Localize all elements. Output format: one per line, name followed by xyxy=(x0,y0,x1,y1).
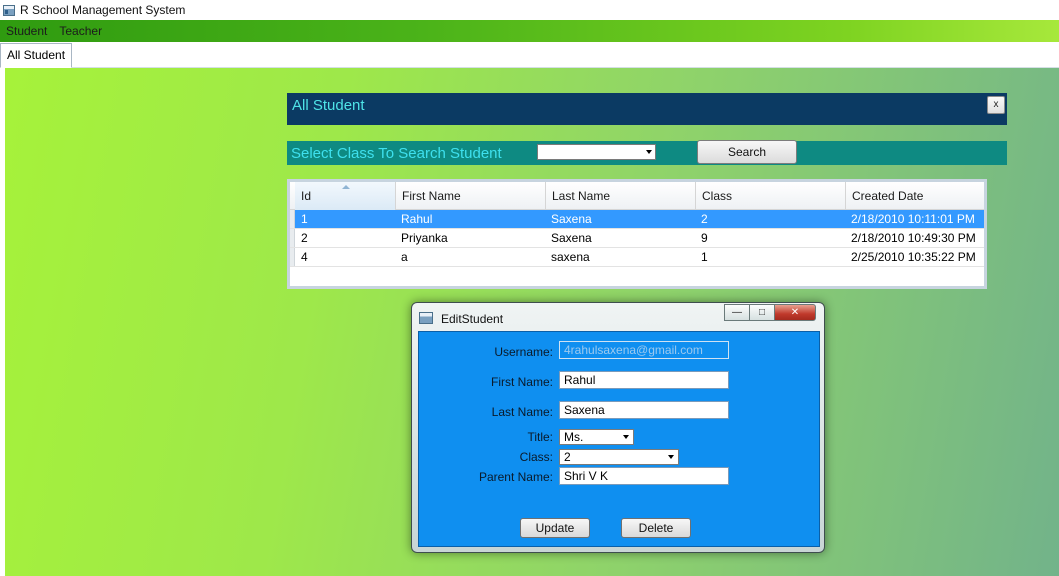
cell-first-name: Priyanka xyxy=(401,231,448,245)
title-label: Title: xyxy=(527,430,553,444)
window-controls: — □ ✕ xyxy=(724,304,816,321)
update-button[interactable]: Update xyxy=(520,518,590,538)
panel-title: All Student xyxy=(292,97,365,114)
close-icon[interactable]: ✕ xyxy=(774,304,816,321)
first-name-field[interactable]: Rahul xyxy=(559,371,729,389)
chevron-down-icon xyxy=(646,150,652,154)
cell-class: 1 xyxy=(701,250,708,264)
username-label: Username: xyxy=(494,345,553,359)
cell-created-date: 2/18/2010 10:11:01 PM xyxy=(851,212,975,226)
edit-student-dialog: EditStudent — □ ✕ Username: 4rahulsaxena… xyxy=(411,302,825,553)
menubar: Student Teacher xyxy=(0,20,1059,42)
cell-class: 9 xyxy=(701,231,708,245)
cell-created-date: 2/18/2010 10:49:30 PM xyxy=(851,231,976,245)
grid-header: Id First Name Last Name Class Created Da… xyxy=(290,182,984,210)
minimize-icon[interactable]: — xyxy=(724,304,750,321)
parent-name-label: Parent Name: xyxy=(478,470,553,484)
dialog-title: EditStudent xyxy=(441,312,504,326)
cell-id: 1 xyxy=(301,212,308,226)
search-button[interactable]: Search xyxy=(697,140,797,164)
table-row[interactable]: 2 Priyanka Saxena 9 2/18/2010 10:49:30 P… xyxy=(290,229,984,248)
cell-class: 2 xyxy=(701,212,708,226)
cell-id: 4 xyxy=(301,250,308,264)
sort-ascending-icon xyxy=(342,185,350,189)
cell-last-name: Saxena xyxy=(551,212,592,226)
class-filter-select[interactable] xyxy=(537,144,656,160)
cell-created-date: 2/25/2010 10:35:22 PM xyxy=(851,250,976,264)
title-select[interactable]: Ms. xyxy=(559,429,634,445)
parent-name-field[interactable]: Shri V K xyxy=(559,467,729,485)
cell-first-name: Rahul xyxy=(401,212,433,226)
dialog-window-icon xyxy=(419,312,433,324)
student-grid: Id First Name Last Name Class Created Da… xyxy=(287,179,987,289)
table-row[interactable]: 4 a saxena 1 2/25/2010 10:35:22 PM xyxy=(290,248,984,267)
menu-item-student[interactable]: Student xyxy=(0,20,53,42)
dialog-body: Username: 4rahulsaxena@gmail.com First N… xyxy=(418,331,820,547)
tab-strip: All Student xyxy=(0,42,1059,68)
maximize-icon[interactable]: □ xyxy=(749,304,775,321)
last-name-label: Last Name: xyxy=(491,405,553,419)
chevron-down-icon xyxy=(668,455,674,459)
column-header-label: Id xyxy=(301,189,312,203)
class-label: Class: xyxy=(519,450,553,464)
menu-item-teacher[interactable]: Teacher xyxy=(53,20,108,42)
column-header-id[interactable]: Id xyxy=(295,182,395,210)
column-header-created-date[interactable]: Created Date xyxy=(845,182,984,210)
app-titlebar: R School Management System xyxy=(0,0,1059,20)
tab-all-student[interactable]: All Student xyxy=(0,43,73,68)
username-field: 4rahulsaxena@gmail.com xyxy=(559,341,729,359)
cell-last-name: saxena xyxy=(551,250,590,264)
class-select[interactable]: 2 xyxy=(559,449,679,465)
search-bar: Select Class To Search Student Search xyxy=(287,140,1007,165)
column-header-last-name[interactable]: Last Name xyxy=(545,182,695,210)
column-header-first-name[interactable]: First Name xyxy=(395,182,545,210)
panel-header: All Student x xyxy=(287,93,1007,125)
cell-last-name: Saxena xyxy=(551,231,592,245)
cell-first-name: a xyxy=(401,250,408,264)
table-row[interactable]: 1 Rahul Saxena 2 2/18/2010 10:11:01 PM xyxy=(290,210,984,229)
title-select-value: Ms. xyxy=(564,430,584,444)
search-label: Select Class To Search Student xyxy=(291,145,502,162)
class-select-value: 2 xyxy=(564,450,571,464)
app-window-icon xyxy=(3,4,15,16)
last-name-field[interactable]: Saxena xyxy=(559,401,729,419)
app-title: R School Management System xyxy=(20,3,186,17)
chevron-down-icon xyxy=(623,435,629,439)
delete-button[interactable]: Delete xyxy=(621,518,691,538)
first-name-label: First Name: xyxy=(490,375,553,389)
column-header-class[interactable]: Class xyxy=(695,182,845,210)
panel-close-button[interactable]: x xyxy=(987,96,1005,114)
cell-id: 2 xyxy=(301,231,308,245)
